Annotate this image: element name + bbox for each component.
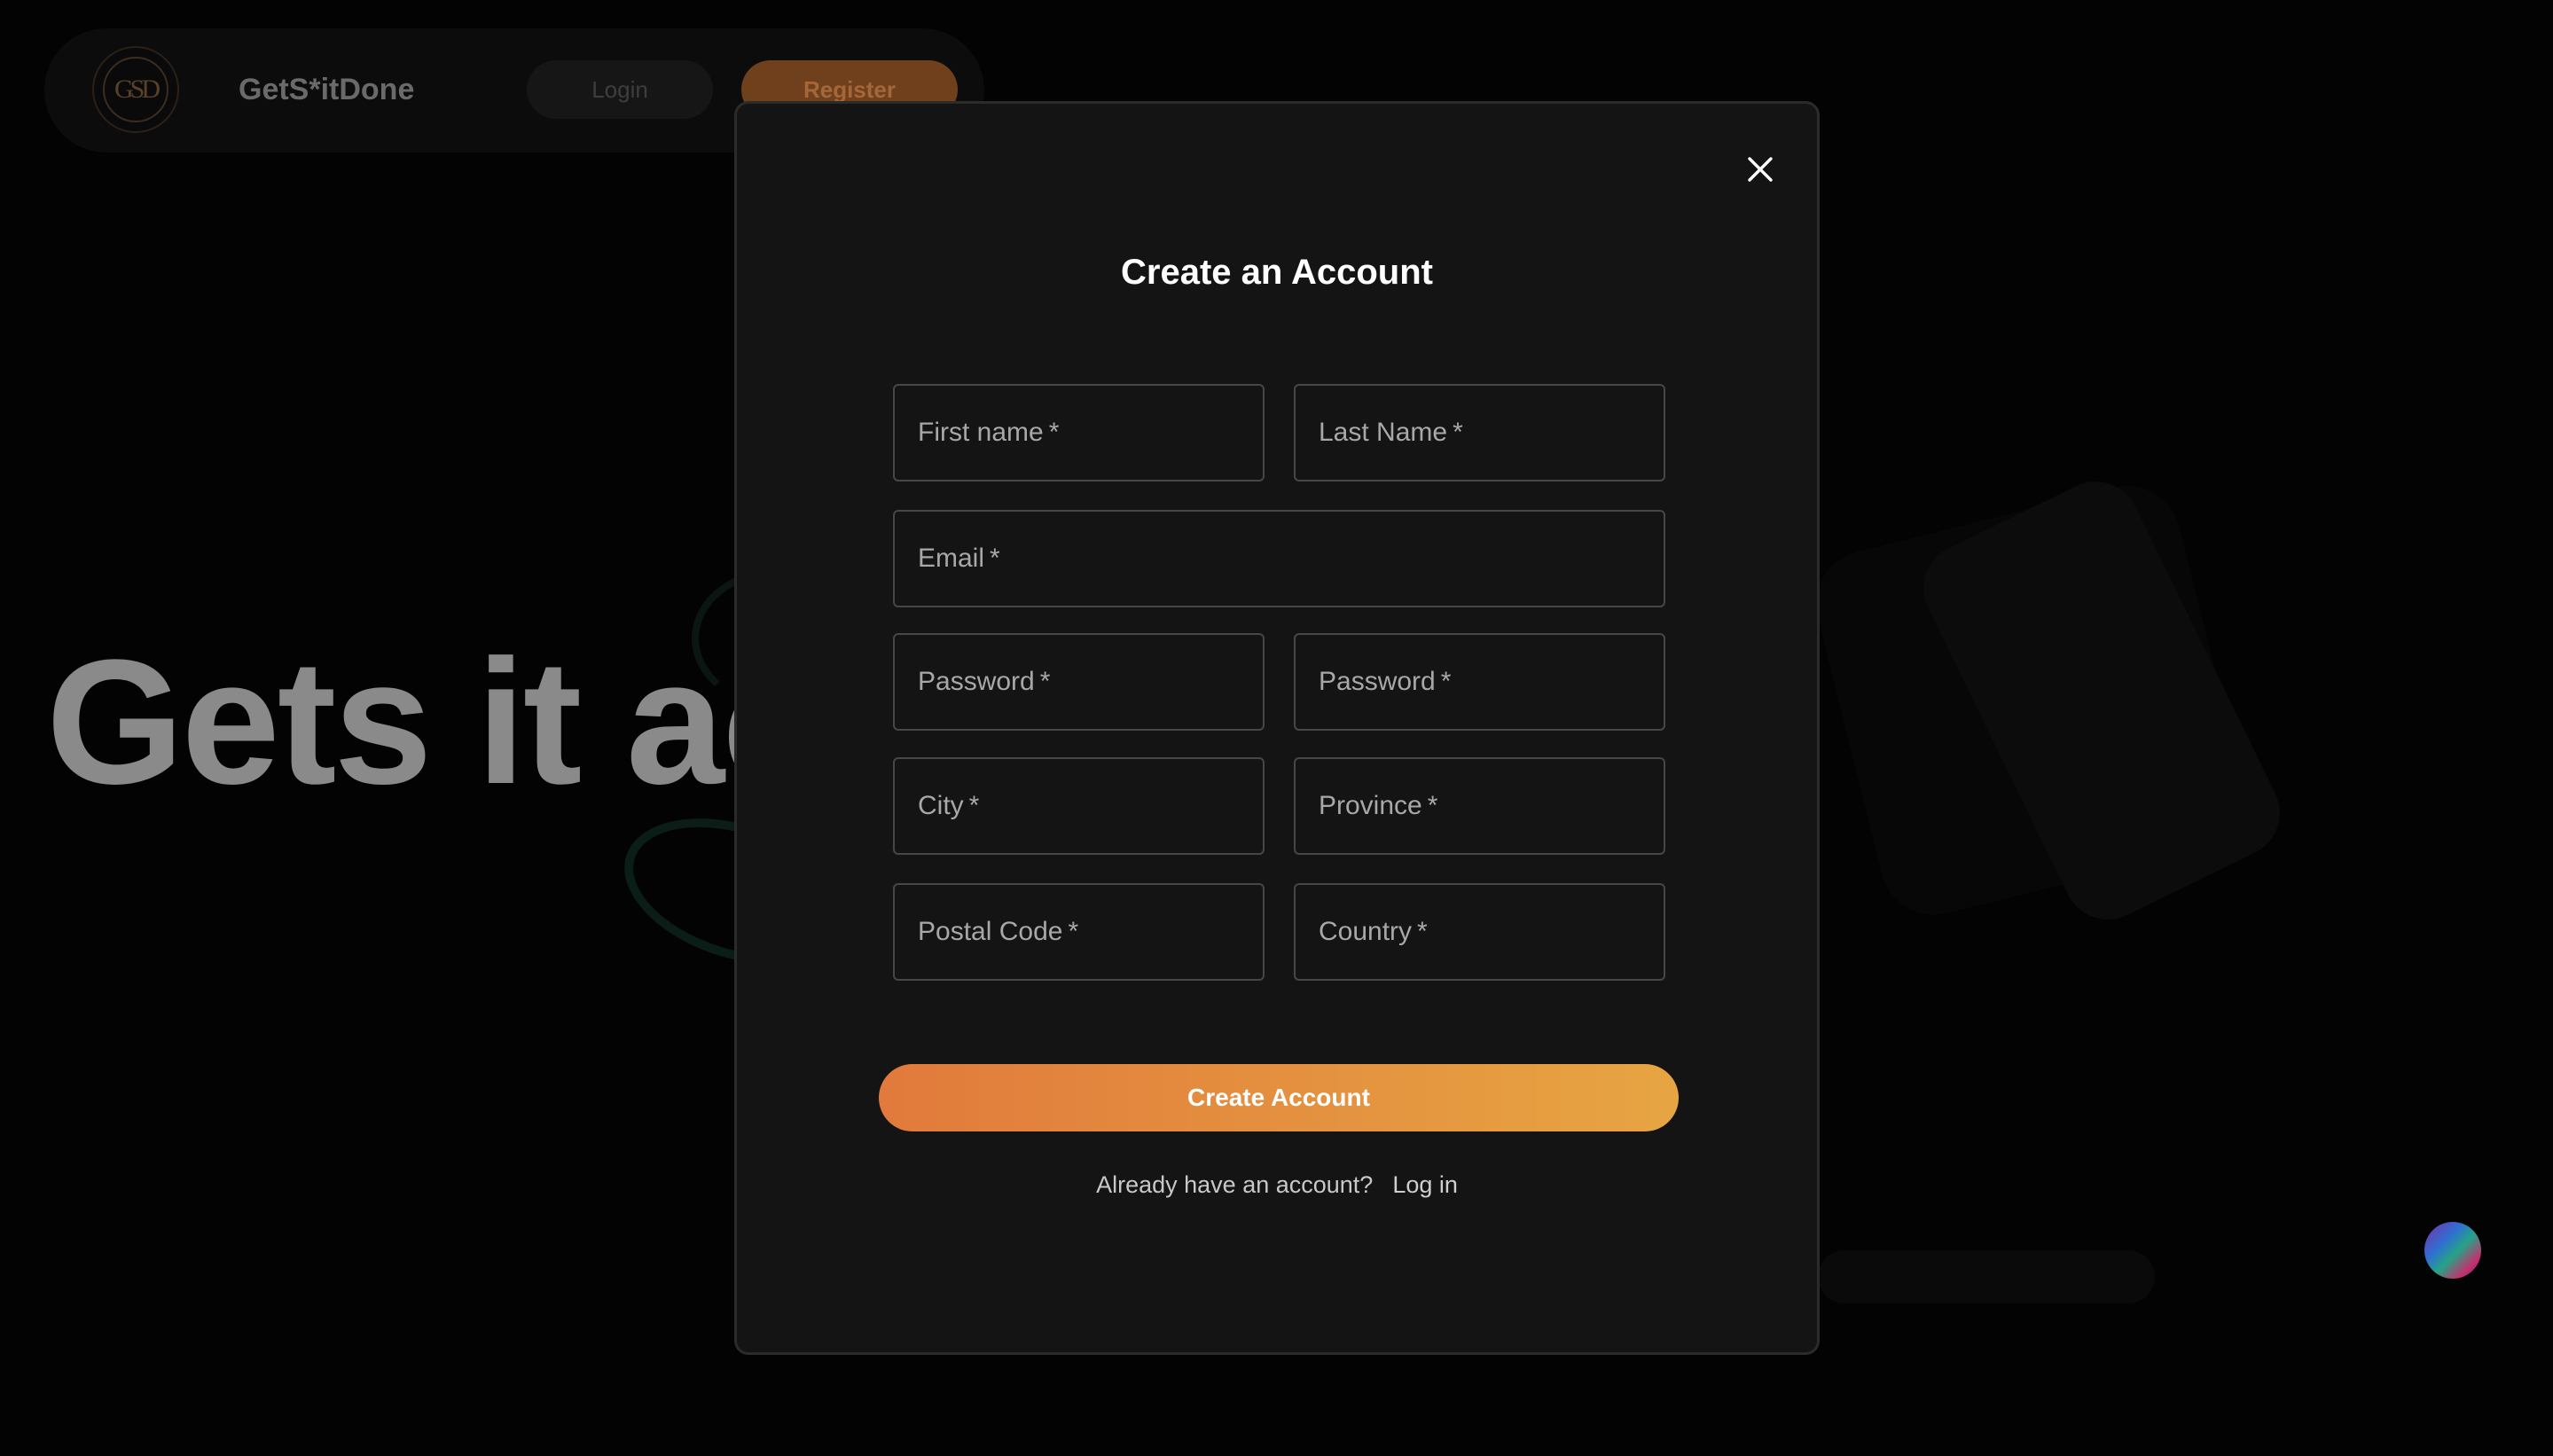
country-placeholder: Country bbox=[1319, 917, 1413, 946]
postal-code-field[interactable]: Postal Code * bbox=[893, 883, 1265, 981]
close-button[interactable] bbox=[1739, 148, 1782, 191]
first-name-field[interactable]: First name * bbox=[893, 384, 1265, 481]
chat-orb-icon[interactable] bbox=[2424, 1222, 2481, 1279]
required-marker: * bbox=[1417, 917, 1428, 946]
required-marker: * bbox=[1068, 917, 1079, 946]
password-confirm-field[interactable]: Password * bbox=[1294, 633, 1665, 731]
password-confirm-placeholder: Password bbox=[1319, 667, 1436, 696]
signin-prompt: Already have an account? bbox=[1096, 1171, 1374, 1198]
last-name-placeholder: Last Name bbox=[1319, 418, 1448, 447]
email-field[interactable]: Email * bbox=[893, 510, 1665, 607]
city-placeholder: City bbox=[918, 791, 964, 820]
postal-code-placeholder: Postal Code bbox=[918, 917, 1063, 946]
province-placeholder: Province bbox=[1319, 791, 1422, 820]
close-icon bbox=[1748, 157, 1773, 182]
modal-title: Create an Account bbox=[1121, 253, 1433, 292]
last-name-field[interactable]: Last Name * bbox=[1294, 384, 1665, 481]
site-logo[interactable]: GSD bbox=[92, 46, 179, 133]
required-marker: * bbox=[968, 791, 980, 820]
signin-row: Already have an account? Log in bbox=[737, 1171, 1817, 1199]
create-account-button[interactable]: Create Account bbox=[879, 1064, 1679, 1131]
password-field[interactable]: Password * bbox=[893, 633, 1265, 731]
required-marker: * bbox=[1048, 418, 1060, 447]
nav-login-button[interactable]: Login bbox=[527, 60, 713, 119]
register-modal: Create an Account First name * Last Name *… bbox=[734, 101, 1820, 1355]
first-name-placeholder: First name bbox=[918, 418, 1044, 447]
required-marker: * bbox=[1039, 667, 1051, 696]
password-placeholder: Password bbox=[918, 667, 1035, 696]
country-field[interactable]: Country * bbox=[1294, 883, 1665, 981]
required-marker: * bbox=[1453, 418, 1463, 447]
hero-headline: Gets it ac bbox=[46, 623, 820, 821]
logo-monogram: GSD bbox=[114, 74, 161, 104]
required-marker: * bbox=[1440, 667, 1452, 696]
email-placeholder: Email bbox=[918, 544, 985, 573]
logo-ring: GSD bbox=[103, 57, 168, 122]
login-link[interactable]: Log in bbox=[1392, 1171, 1458, 1198]
required-marker: * bbox=[1427, 791, 1438, 820]
province-field[interactable]: Province * bbox=[1294, 757, 1665, 855]
decorative-floor-shape bbox=[1818, 1250, 2155, 1303]
city-field[interactable]: City * bbox=[893, 757, 1265, 855]
required-marker: * bbox=[990, 544, 1000, 573]
brand-name[interactable]: GetS*itDone bbox=[239, 73, 414, 107]
page: GSD GetS*itDone Login Register Gets it a… bbox=[0, 0, 2553, 1456]
